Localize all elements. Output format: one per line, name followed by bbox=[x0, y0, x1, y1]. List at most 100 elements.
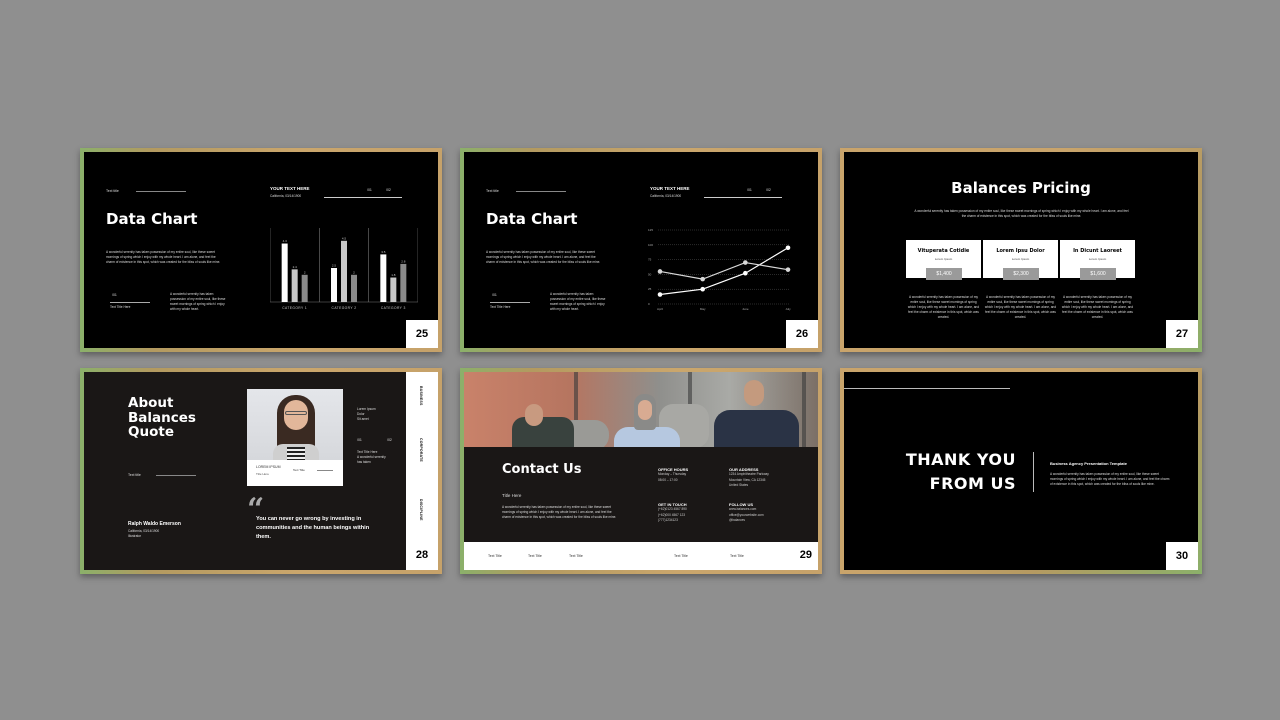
slide-27: Balances Pricing A wonderful serenity ha… bbox=[844, 152, 1198, 348]
title-line: Balances bbox=[128, 409, 196, 426]
divider bbox=[156, 475, 196, 476]
author-name: Ralph Waldo Emerson bbox=[128, 521, 181, 527]
chart-subtitle: California, 03/14/1900 bbox=[650, 194, 682, 198]
side-text: A wonderful serenity has taken possessio… bbox=[550, 292, 606, 311]
vertical-tab-corporate[interactable]: CORPORATE bbox=[419, 438, 423, 462]
author-role: Illustrator bbox=[128, 534, 142, 538]
arrow-line bbox=[704, 197, 782, 198]
slide-thumbnail-29[interactable]: Contact Us Title Here A wonderful sereni… bbox=[460, 368, 822, 574]
slide-intro: A wonderful serenity has taken possessio… bbox=[914, 209, 1129, 218]
pricing-card[interactable]: Vituperata Cotidie Lorem Ipsum $1,400 bbox=[906, 240, 981, 280]
bar-value-label: 2.8 bbox=[401, 259, 406, 263]
stat-label: Text Title Here bbox=[490, 305, 511, 309]
vertical-tab-discipline[interactable]: DISCIPLINE bbox=[419, 499, 423, 521]
get-in-touch-block: GET IN TOUCH (+62)0123 4567 890 (+62)000… bbox=[658, 502, 723, 524]
plan-name: Vituperata Cotidie bbox=[917, 248, 970, 254]
x-tick-label: July bbox=[785, 307, 791, 311]
x-tick-label: April bbox=[657, 307, 663, 311]
divider bbox=[136, 191, 186, 192]
slide-thumbnail-27[interactable]: Balances Pricing A wonderful serenity ha… bbox=[840, 148, 1202, 352]
bar bbox=[390, 277, 397, 302]
data-point bbox=[700, 286, 705, 292]
x-tick-label: May bbox=[700, 307, 706, 311]
office-hours-line: 08:00 – 17:00 bbox=[658, 477, 678, 482]
mark-1: /01 bbox=[357, 438, 362, 442]
plan-subtitle: Lorem Ipsum bbox=[1011, 257, 1030, 261]
y-tick-label: 125 bbox=[648, 228, 653, 232]
slide-title: Data Chart bbox=[106, 210, 198, 228]
chart-header: YOUR TEXT HERE bbox=[270, 186, 310, 191]
category-label: CATEGORY 2 bbox=[332, 306, 357, 310]
slide-title: Contact Us bbox=[502, 462, 582, 477]
stat-value: /01 bbox=[492, 293, 497, 297]
page-number: 30 bbox=[1166, 542, 1198, 570]
section-label: Text title bbox=[128, 473, 141, 477]
data-point bbox=[785, 267, 791, 272]
plan-name: In Dicunt Laoreet bbox=[1073, 248, 1122, 254]
title-line: Quote bbox=[128, 424, 174, 440]
footer-bar: Text Title Text Title Text Title Text Ti… bbox=[464, 542, 818, 570]
page-number: 29 bbox=[799, 549, 812, 561]
slide-title: About Balances Quote bbox=[128, 396, 196, 440]
title-line: About bbox=[128, 395, 174, 411]
mark-2: /02 bbox=[387, 438, 392, 442]
y-tick-label: 100 bbox=[648, 243, 653, 247]
category-label: CATEGORY 1 bbox=[282, 306, 307, 310]
plan-price: $2,300 bbox=[1003, 268, 1039, 280]
bar-value-label: 3.5 bbox=[381, 250, 386, 254]
chart-mark-2: /02 bbox=[766, 188, 771, 192]
phone-line[interactable]: (777)1234123 bbox=[658, 518, 723, 524]
arrow-line bbox=[324, 197, 402, 198]
slide-body: A wonderful serenity has taken possessio… bbox=[1050, 472, 1170, 486]
bar-chart: 4.3 2.4 2 CATEGORY 1 2.5 4.5 2 CATEGORY 2 3.5 1.8… bbox=[270, 228, 418, 310]
title-line: FROM US bbox=[929, 474, 1016, 493]
y-tick-label: 75 bbox=[648, 258, 652, 262]
data-point bbox=[700, 276, 705, 282]
x-tick-label: June bbox=[742, 307, 749, 311]
chart-mark-1: /01 bbox=[747, 188, 752, 192]
y-tick-label: 0 bbox=[648, 302, 650, 306]
slide-30: THANK YOU FROM US Business Agency Presen… bbox=[844, 372, 1198, 570]
plan-description: A wonderful serenity has taken possessio… bbox=[907, 295, 980, 319]
bar bbox=[341, 240, 347, 302]
social-handle[interactable]: @balances bbox=[729, 518, 794, 524]
profile-title: Title Here bbox=[256, 472, 269, 476]
slide-thumbnail-28[interactable]: About Balances Quote Text title Ralph Wa… bbox=[80, 368, 442, 574]
slide-thumbnail-30[interactable]: THANK YOU FROM US Business Agency Presen… bbox=[840, 368, 1202, 574]
section-label: Text title bbox=[106, 189, 119, 193]
data-point bbox=[657, 269, 663, 274]
vertical-tab-business[interactable]: BUSINESS bbox=[419, 386, 423, 406]
bar-value-label: 2 bbox=[353, 270, 355, 274]
footer-item: Text Title bbox=[730, 554, 744, 558]
data-point bbox=[743, 270, 748, 276]
plan-price: $1,400 bbox=[926, 268, 962, 280]
slide-thumbnail-25[interactable]: Text title Data Chart A wonderful sereni… bbox=[80, 148, 442, 352]
pricing-card[interactable]: In Dicunt Laoreet Lorem Ipsum $1,600 bbox=[1060, 240, 1135, 280]
slide-subtitle: Business Agency Presentation Template bbox=[1050, 461, 1127, 466]
page-number: 25 bbox=[406, 320, 438, 348]
bar bbox=[331, 268, 337, 302]
divider bbox=[110, 302, 150, 303]
footer-item: Text Title bbox=[488, 554, 502, 558]
mark-text: A wonderful serenity has taken bbox=[357, 455, 386, 464]
profile-card: LOREM IPSUM Title Here Text Title bbox=[247, 389, 343, 486]
slide-thumbnail-26[interactable]: Text title Data Chart A wonderful sereni… bbox=[460, 148, 822, 352]
y-tick-label: 25 bbox=[648, 287, 652, 291]
address-block: OUR ADDRESS 1234 Amphitheatre Parkway Mo… bbox=[729, 467, 794, 489]
bar bbox=[380, 254, 387, 302]
plan-name: Lorem Ipsu Dolor bbox=[996, 248, 1045, 254]
data-point bbox=[743, 260, 748, 265]
pricing-card[interactable]: Lorem Ipsu Dolor Lorem Ipsum $2,300 bbox=[983, 240, 1058, 280]
bar bbox=[400, 263, 407, 302]
bar bbox=[351, 274, 357, 302]
slide-25: Text title Data Chart A wonderful sereni… bbox=[84, 152, 438, 348]
plan-description: A wonderful serenity has taken possessio… bbox=[1061, 295, 1134, 319]
office-hours-block: OFFICE HOURS Monday – Thursday 08:00 – 1… bbox=[658, 467, 723, 483]
bar bbox=[291, 269, 298, 302]
slide-29: Contact Us Title Here A wonderful sereni… bbox=[464, 372, 818, 570]
data-point bbox=[657, 292, 663, 297]
plan-subtitle: Lorem Ipsum bbox=[1088, 257, 1107, 261]
bar-value-label: 1.8 bbox=[391, 273, 396, 277]
section-label: Text title bbox=[486, 189, 499, 193]
address-line: United States bbox=[729, 483, 749, 487]
